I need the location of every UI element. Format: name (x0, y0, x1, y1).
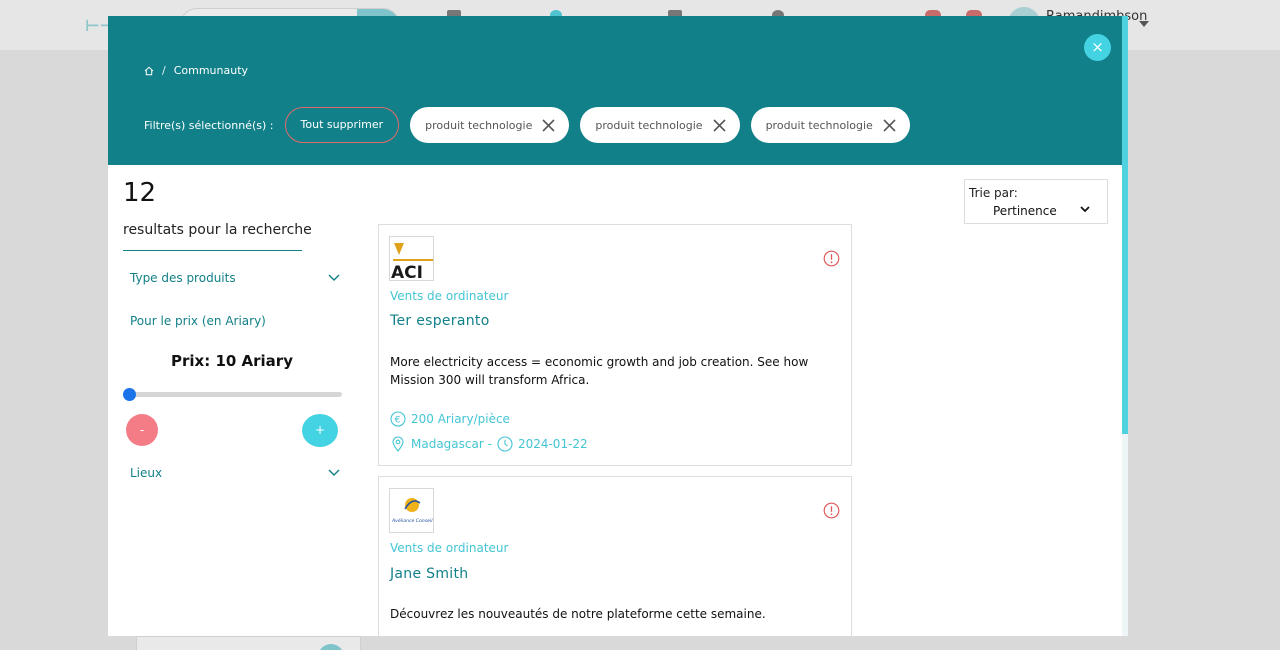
modal-header: / Communauty Filtre(s) sélectionné(s) : … (108, 16, 1122, 165)
filter-chip-label: produit technologie (425, 118, 533, 132)
svg-text:€: € (395, 416, 401, 426)
listing-card[interactable]: Avéliance Conseil Vents de ordinateur Ja… (378, 476, 852, 636)
breadcrumb-current[interactable]: Communauty (174, 64, 248, 77)
facet-product-type[interactable]: Type des produits (130, 271, 340, 285)
listing-location: Madagascar - (411, 437, 492, 451)
price-slider-thumb[interactable] (123, 388, 136, 401)
selected-filters: Filtre(s) sélectionné(s) : Tout supprime… (144, 107, 921, 143)
remove-filter-icon[interactable] (542, 118, 555, 132)
listing-date: 2024-01-22 (517, 437, 588, 451)
price-decrease-button[interactable]: - (126, 414, 158, 446)
filter-chip[interactable]: produit technologie (750, 107, 910, 143)
modal-scrollbar-thumb[interactable] (1122, 16, 1128, 434)
listing-price-text: 200 Ariary/pièce (411, 412, 510, 426)
listing-category[interactable]: Vents de ordinateur (390, 541, 508, 555)
sort-label: Trie par: (969, 186, 1018, 200)
results-count: 12 (123, 178, 157, 208)
company-logo: ACI (389, 236, 434, 281)
chevron-down-icon (328, 274, 340, 281)
clock-icon (497, 436, 513, 452)
report-icon[interactable] (823, 502, 840, 519)
chevron-down-icon (328, 469, 340, 476)
company-logo: Avéliance Conseil (389, 488, 434, 533)
facet-price[interactable]: Pour le prix (en Ariary) (130, 314, 340, 328)
results-subtitle: resultats pour la recherche (123, 222, 312, 238)
svg-text:Avéliance Conseil: Avéliance Conseil (391, 517, 433, 524)
listing-category[interactable]: Vents de ordinateur (390, 289, 508, 303)
price-readout: Prix: 10 Ariary (122, 352, 342, 370)
listing-title[interactable]: Ter esperanto (390, 313, 490, 329)
filters-label: Filtre(s) sélectionné(s) : (144, 118, 274, 132)
breadcrumb: / Communauty (144, 64, 248, 77)
filter-chip[interactable]: produit technologie (410, 107, 570, 143)
clear-all-filters-button[interactable]: Tout supprimer (284, 107, 400, 143)
facet-location[interactable]: Lieux (130, 466, 340, 480)
chevron-down-icon (1080, 206, 1090, 213)
facet-label: Lieux (130, 466, 163, 480)
listing-price: € 200 Ariary/pièce (390, 411, 510, 427)
price-prefix: Prix: (171, 352, 216, 370)
price-increase-button[interactable]: + (302, 414, 338, 447)
divider (123, 250, 302, 251)
filter-chip-label: produit technologie (595, 118, 703, 132)
listing-description: Découvrez les nouveautés de notre platef… (390, 607, 766, 621)
listing-title[interactable]: Jane Smith (390, 566, 468, 582)
facet-label: Pour le prix (en Ariary) (130, 314, 266, 328)
remove-filter-icon[interactable] (713, 118, 726, 132)
euro-icon: € (390, 411, 406, 427)
report-icon[interactable] (823, 250, 840, 267)
remove-filter-icon[interactable] (883, 118, 896, 132)
listing-location-date: Madagascar - 2024-01-22 (390, 436, 588, 452)
filter-chip-label: produit technologie (765, 118, 873, 132)
breadcrumb-separator: / (162, 64, 166, 77)
price-slider-track[interactable] (128, 392, 342, 397)
modal-scrollbar[interactable] (1122, 16, 1128, 636)
search-modal: / Communauty Filtre(s) sélectionné(s) : … (108, 16, 1128, 636)
listing-description: More electricity access = economic growt… (390, 355, 809, 387)
svg-text:ACI: ACI (391, 263, 423, 281)
user-menu-caret-icon (1139, 21, 1149, 27)
home-icon[interactable] (144, 66, 154, 76)
location-pin-icon (392, 436, 404, 452)
price-value: 10 Ariary (215, 352, 293, 370)
filter-chip[interactable]: produit technologie (580, 107, 740, 143)
listing-card[interactable]: ACI Vents de ordinateur Ter esperanto Mo… (378, 224, 852, 466)
sort-select[interactable]: Trie par: Pertinence (964, 179, 1108, 224)
sort-value: Pertinence (993, 204, 1057, 218)
facet-label: Type des produits (130, 271, 236, 285)
close-modal-button[interactable]: × (1084, 34, 1111, 61)
